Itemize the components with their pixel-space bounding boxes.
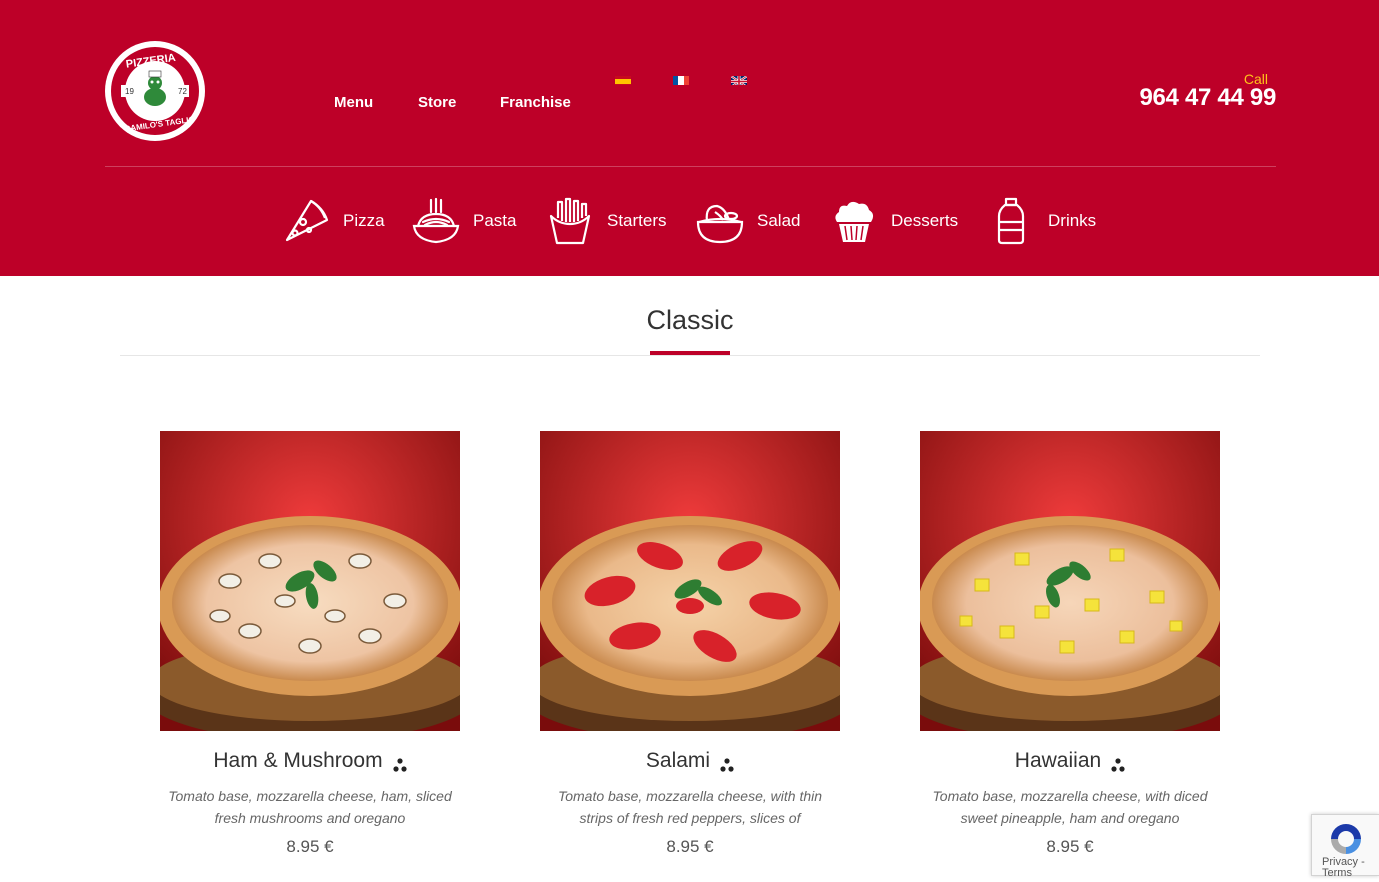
spanish-flag-icon[interactable] — [615, 74, 631, 85]
product-description: Tomato base, mozzarella cheese, ham, sli… — [168, 788, 452, 826]
recaptcha-badge[interactable]: Privacy - Terms — [1311, 814, 1379, 879]
product-price: 8.95 € — [666, 837, 714, 856]
category-starters[interactable]: Starters — [545, 196, 667, 246]
section-divider — [120, 355, 1260, 356]
header-divider — [105, 166, 1276, 167]
language-switcher — [615, 74, 755, 86]
category-desserts[interactable]: Desserts — [829, 196, 958, 246]
product-name[interactable]: Hawaiian — [1015, 749, 1101, 773]
category-label: Salad — [757, 211, 801, 230]
allergen-dots-icon[interactable] — [720, 754, 734, 772]
category-label: Drinks — [1048, 211, 1097, 230]
category-label: Desserts — [891, 211, 959, 230]
pizza-slice-icon — [281, 196, 331, 246]
product-description: Tomato base, mozzarella cheese, with thi… — [557, 788, 823, 826]
category-salad[interactable]: Salad — [695, 196, 800, 246]
product-name[interactable]: Salami — [646, 749, 710, 773]
category-pasta[interactable]: Pasta — [411, 196, 516, 246]
bottle-icon — [986, 196, 1036, 246]
category-pizza[interactable]: Pizza — [281, 196, 385, 246]
svg-text:19: 19 — [125, 87, 134, 96]
category-drinks[interactable]: Drinks — [986, 196, 1096, 246]
recaptcha-links[interactable]: Privacy - Terms — [1322, 857, 1379, 879]
category-label: Pasta — [473, 211, 517, 230]
fries-icon — [545, 196, 595, 246]
product-card[interactable]: Hawaiian Tomato base, mozzarella cheese,… — [920, 431, 1220, 857]
product-description: Tomato base, mozzarella cheese, with dic… — [932, 788, 1208, 826]
cupcake-icon — [829, 196, 879, 246]
product-name-row: Hawaiian — [920, 749, 1220, 773]
product-name-row: Salami — [540, 749, 840, 773]
product-photo-ham-mushroom[interactable] — [160, 431, 460, 731]
nav-store-link[interactable]: Store — [418, 94, 456, 111]
product-name-row: Ham & Mushroom — [160, 749, 460, 773]
uk-flag-icon[interactable] — [731, 74, 747, 85]
svg-text:72: 72 — [178, 87, 187, 96]
product-card[interactable]: Ham & Mushroom Tomato base, mozzarella c… — [160, 431, 460, 857]
category-label: Pizza — [343, 211, 385, 230]
product-price: 8.95 € — [1046, 837, 1094, 856]
category-label: Starters — [607, 211, 667, 230]
pizzeria-logo[interactable]: PIZZERIA CAMILO'S TAGLIO 19 72 — [105, 41, 205, 141]
product-card[interactable]: Salami Tomato base, mozzarella cheese, w… — [540, 431, 840, 857]
nav-franchise-link[interactable]: Franchise — [500, 94, 571, 111]
french-flag-icon[interactable] — [673, 74, 689, 85]
nav-menu-link[interactable]: Menu — [334, 94, 373, 111]
section-title: Classic — [646, 305, 734, 335]
product-name[interactable]: Ham & Mushroom — [213, 749, 382, 773]
site-header: PIZZERIA CAMILO'S TAGLIO 19 72 Menu Stor… — [0, 0, 1379, 276]
product-price: 8.95 € — [286, 837, 334, 856]
section-title-underline — [650, 351, 730, 355]
phone-number[interactable]: 964 47 44 99 — [1110, 84, 1276, 112]
salad-bowl-icon — [695, 196, 745, 246]
pasta-bowl-icon — [411, 196, 461, 246]
product-photo-hawaiian[interactable] — [920, 431, 1220, 731]
allergen-dots-icon[interactable] — [393, 754, 407, 772]
product-photo-salami[interactable] — [540, 431, 840, 731]
allergen-dots-icon[interactable] — [1111, 754, 1125, 772]
recaptcha-icon — [1331, 824, 1361, 854]
